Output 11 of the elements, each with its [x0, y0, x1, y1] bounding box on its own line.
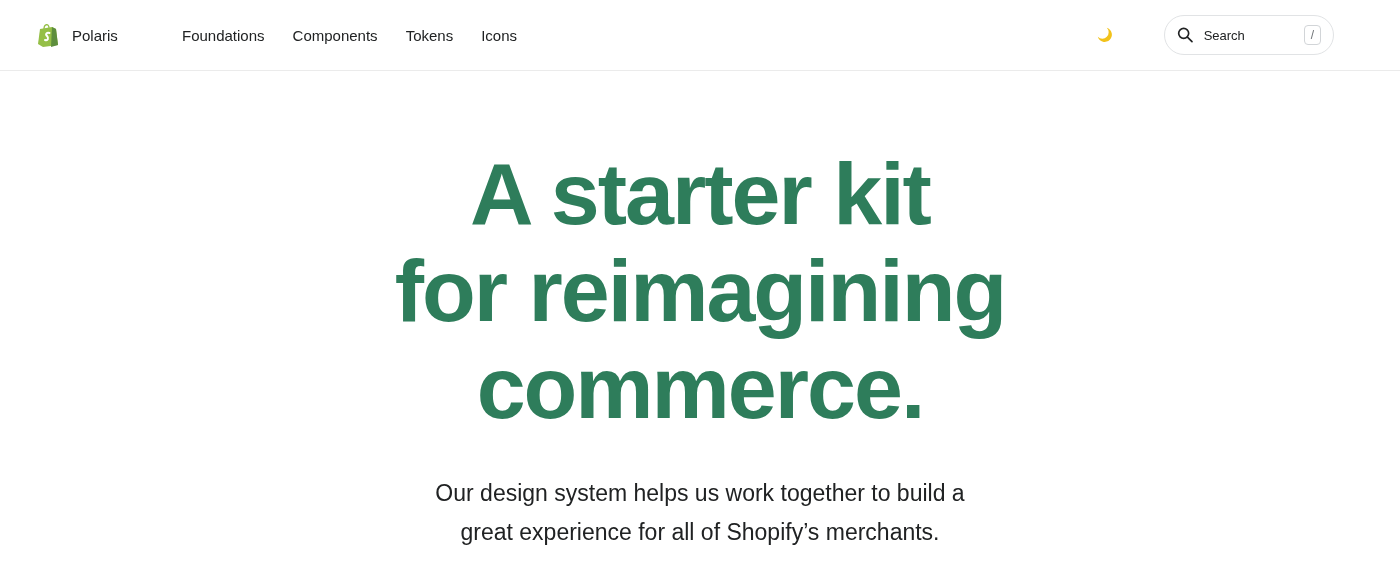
nav-link[interactable]: Icons — [481, 26, 517, 44]
nav-link[interactable]: Foundations — [182, 26, 265, 44]
search-icon — [1177, 26, 1194, 44]
nav-link[interactable]: Tokens — [405, 26, 454, 44]
shortcut-key: / — [1303, 25, 1321, 45]
hero-intro: Our design system helps us work together to build a great experience for all of Shopify’s merchants. — [435, 479, 965, 547]
shopping-bag-logo-icon[interactable] — [37, 23, 59, 47]
hero-headline: A starter kit for reimagining commerce. — [394, 145, 1006, 436]
brand-link[interactable]: Polaris — [72, 26, 118, 44]
nav-link[interactable]: Components — [292, 26, 378, 44]
search-input[interactable]: Search — [1201, 26, 1296, 44]
